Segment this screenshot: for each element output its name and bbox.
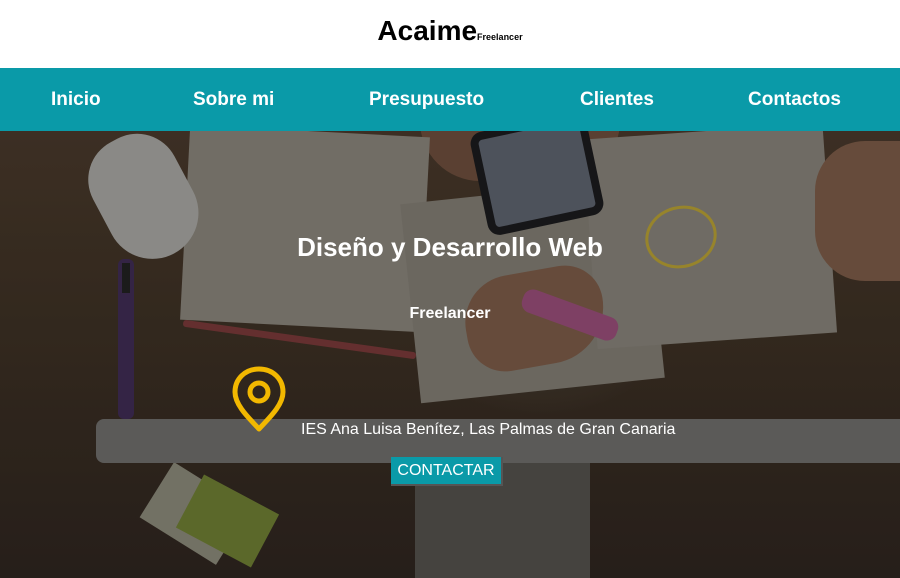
map-pin-icon bbox=[232, 366, 286, 432]
nav-item-sobre-mi[interactable]: Sobre mi bbox=[193, 68, 274, 131]
nav-item-clientes[interactable]: Clientes bbox=[580, 68, 654, 131]
address-text: IES Ana Luisa Benítez, Las Palmas de Gra… bbox=[301, 421, 676, 438]
hero-section: Diseño y Desarrollo Web Freelancer IES A… bbox=[0, 131, 900, 578]
main-nav: Inicio Sobre mi Presupuesto Clientes Con… bbox=[0, 68, 900, 131]
brand-subtitle: Freelancer bbox=[477, 32, 523, 42]
site-header: AcaimeFreelancer bbox=[0, 0, 900, 68]
nav-item-inicio[interactable]: Inicio bbox=[51, 68, 101, 131]
nav-item-contactos[interactable]: Contactos bbox=[748, 68, 841, 131]
brand-title: Acaime bbox=[377, 15, 478, 46]
nav-item-presupuesto[interactable]: Presupuesto bbox=[369, 68, 484, 131]
hero-subtitle: Freelancer bbox=[409, 305, 491, 322]
hero-title: Diseño y Desarrollo Web bbox=[297, 232, 603, 262]
brand[interactable]: AcaimeFreelancer bbox=[0, 15, 900, 47]
hero-overlay bbox=[0, 131, 900, 578]
contact-button[interactable]: CONTACTAR bbox=[391, 457, 503, 486]
